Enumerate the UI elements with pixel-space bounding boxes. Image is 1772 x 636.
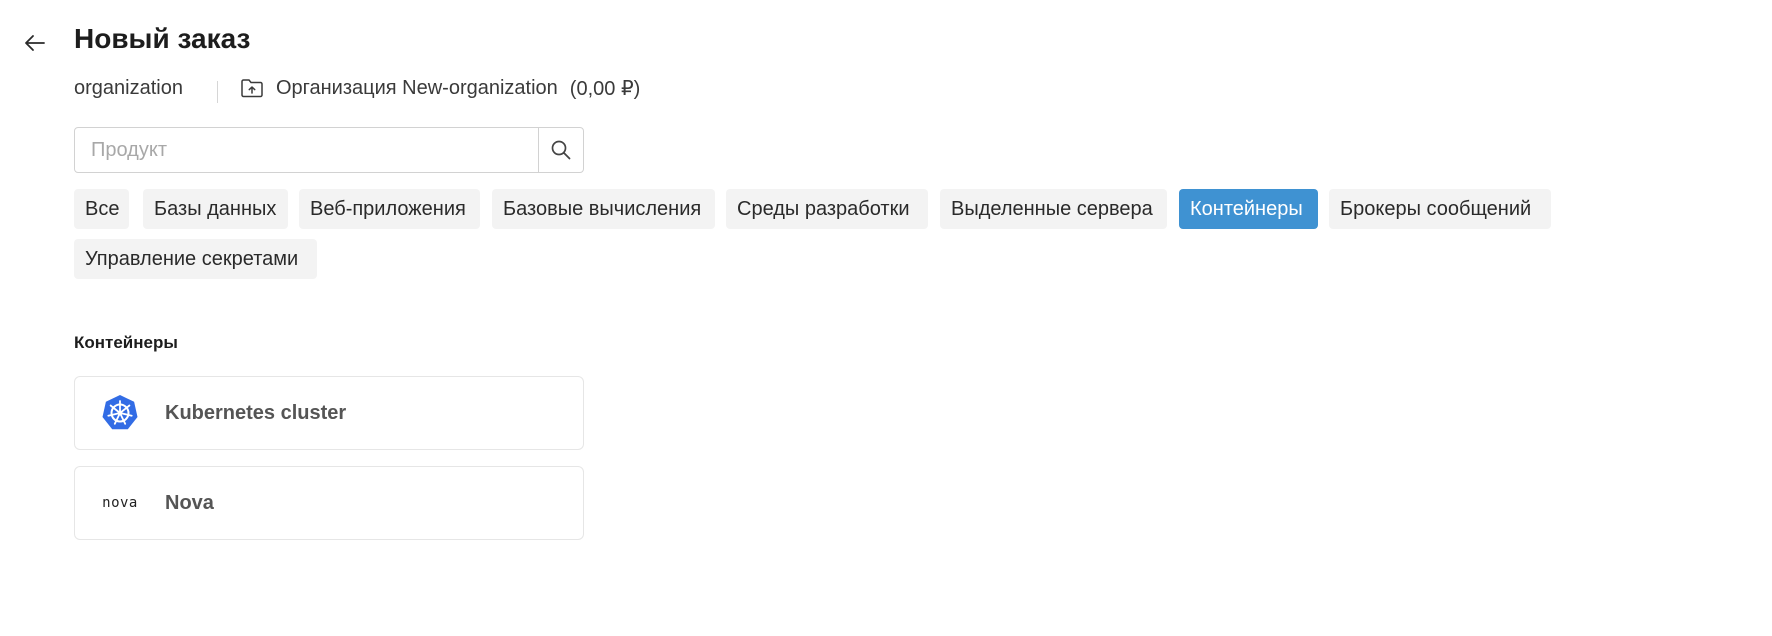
- section-title: Контейнеры: [74, 333, 178, 352]
- back-button[interactable]: [20, 28, 50, 58]
- category-chip-databases[interactable]: Базы данных: [143, 189, 288, 229]
- search-icon: [551, 140, 571, 160]
- product-label: Nova: [165, 491, 214, 514]
- organization-name[interactable]: Организация New-organization: [276, 77, 558, 100]
- folder-upload-icon: [240, 76, 264, 100]
- category-chip-containers[interactable]: Контейнеры: [1179, 189, 1318, 229]
- context-divider: [216, 81, 218, 103]
- category-chip-message-brokers[interactable]: Брокеры сообщений: [1329, 189, 1551, 229]
- page-title: Новый заказ: [74, 23, 251, 54]
- search-button[interactable]: [538, 128, 583, 172]
- category-chip-secrets-management[interactable]: Управление секретами: [74, 239, 317, 279]
- arrow-left-icon: [25, 35, 45, 51]
- new-order-page: Новый заказ organization Организация New…: [0, 0, 1772, 636]
- organization-balance: (0,00 ₽): [569, 77, 641, 100]
- product-card-nova[interactable]: nova Nova: [74, 466, 584, 540]
- product-search: [74, 127, 584, 173]
- context-label[interactable]: organization: [74, 77, 183, 100]
- context-bar: organization Организация New-organizatio…: [74, 72, 640, 104]
- nova-logo: nova: [75, 466, 165, 540]
- kubernetes-icon: [75, 376, 165, 450]
- category-chip-dedicated-servers[interactable]: Выделенные сервера: [940, 189, 1167, 229]
- category-chip-basic-compute[interactable]: Базовые вычисления: [492, 189, 715, 229]
- product-label: Kubernetes cluster: [165, 401, 347, 424]
- product-card-kubernetes[interactable]: Kubernetes cluster: [74, 376, 584, 450]
- nova-logo-text: nova: [102, 495, 138, 511]
- category-chip-web-apps[interactable]: Веб-приложения: [299, 189, 480, 229]
- category-chip-all[interactable]: Все: [74, 189, 129, 229]
- search-input[interactable]: [75, 128, 538, 172]
- category-chip-dev-environments[interactable]: Среды разработки: [726, 189, 928, 229]
